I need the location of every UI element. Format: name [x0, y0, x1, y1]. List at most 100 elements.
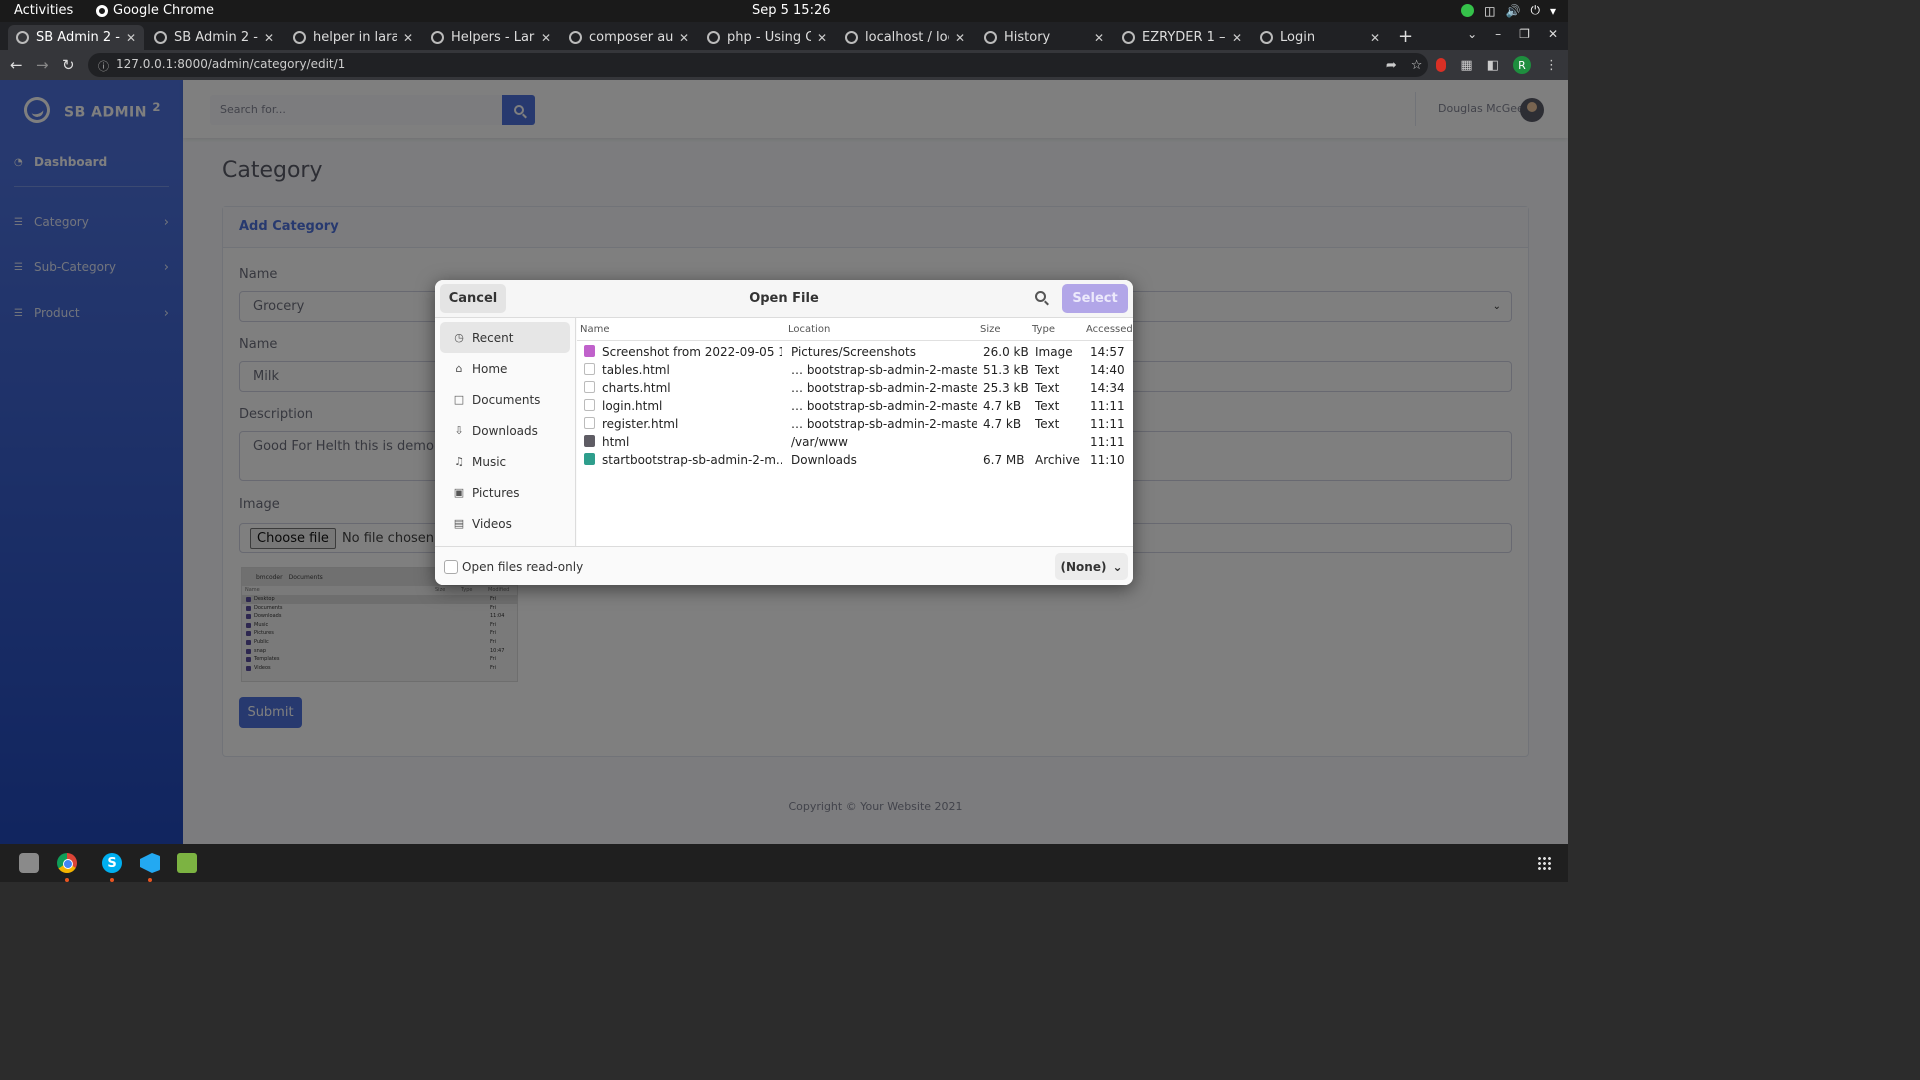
place-recent[interactable]: ◷ Recent [440, 322, 570, 353]
read-only-checkbox[interactable] [444, 560, 458, 574]
active-indicator [65, 878, 69, 882]
skype-app-icon[interactable]: S [102, 853, 122, 873]
cancel-button[interactable]: Cancel [440, 284, 506, 313]
file-row[interactable]: login.html … bootstrap-sb-admin-2-master 4… [577, 397, 1133, 415]
column-location[interactable]: Location [788, 324, 830, 335]
close-icon[interactable]: ✕ [955, 31, 965, 45]
file-accessed: 14:40 [1090, 363, 1125, 377]
column-type[interactable]: Type [1032, 324, 1055, 335]
close-icon[interactable]: ✕ [541, 31, 551, 45]
close-icon[interactable]: ✕ [264, 31, 274, 45]
browser-tab[interactable]: SB Admin 2 - Ta ✕ [146, 25, 282, 50]
close-icon[interactable]: ✕ [679, 31, 689, 45]
show-apps-icon[interactable] [1537, 856, 1552, 871]
close-icon[interactable]: ✕ [1094, 31, 1104, 45]
column-name[interactable]: Name [580, 324, 610, 335]
browser-tab[interactable]: Login ✕ [1252, 25, 1388, 50]
file-type: Archive [1035, 453, 1080, 467]
browser-tab[interactable]: History ✕ [976, 25, 1112, 50]
power-icon[interactable]: ⏻ [1530, 3, 1540, 18]
file-row[interactable]: charts.html … bootstrap-sb-admin-2-master… [577, 379, 1133, 397]
place-documents[interactable]: □ Documents [440, 384, 570, 415]
place-home[interactable]: ⌂ Home [440, 353, 570, 384]
file-size: 25.3 kB [983, 381, 1029, 395]
system-tray[interactable]: ◫ 🔊 ⏻ ▾ [1461, 3, 1556, 18]
vscode-app-icon[interactable] [140, 853, 160, 873]
close-icon[interactable]: ✕ [126, 31, 136, 45]
close-icon[interactable]: ✕ [817, 31, 827, 45]
globe-icon [16, 31, 29, 44]
places-sidebar: ◷ Recent ⌂ Home □ Documents ⇩ Downloads ♫ Music ▣ P… [435, 318, 576, 546]
file-size: 4.7 kB [983, 399, 1022, 413]
browser-tab[interactable]: composer auto ✕ [561, 25, 697, 50]
profile-avatar[interactable]: R [1513, 56, 1531, 74]
browser-tab[interactable]: EZRYDER 1 – Fi ✕ [1114, 25, 1250, 50]
place-music[interactable]: ♫ Music [440, 446, 570, 477]
close-window-button[interactable]: ✕ [1548, 27, 1558, 41]
video-icon: ▤ [453, 517, 465, 530]
browser-tab[interactable]: Helpers - Larav ✕ [423, 25, 559, 50]
read-only-label[interactable]: Open files read-only [462, 560, 583, 574]
place-label: Home [472, 361, 508, 376]
reload-button[interactable]: ↻ [62, 56, 75, 74]
file-row[interactable]: html/var/www 11:11 [577, 433, 1133, 451]
file-row[interactable]: register.html … bootstrap-sb-admin-2-mast… [577, 415, 1133, 433]
extension-icon[interactable] [1436, 58, 1447, 72]
file-location: Downloads [791, 453, 857, 467]
tab-title: SB Admin 2 - Ta [174, 30, 258, 45]
browser-tab[interactable]: php - Using Co ✕ [699, 25, 835, 50]
side-panel-icon[interactable]: ◧ [1487, 58, 1499, 73]
menu-icon[interactable]: ⋮ [1545, 58, 1558, 73]
network-icon[interactable]: ◫ [1484, 4, 1495, 18]
open-file-dialog: Open File Cancel Select ◷ Recent ⌂ Home □ Doc… [435, 280, 1133, 585]
dialog-search-button[interactable] [1035, 291, 1046, 305]
browser-tab[interactable]: localhost / loca ✕ [837, 25, 973, 50]
browser-tab[interactable]: helper in larave ✕ [285, 25, 421, 50]
file-filter-dropdown[interactable]: (None) ⌄ [1055, 553, 1128, 580]
chrome-app-icon[interactable] [57, 853, 77, 873]
window-controls: ⌄ – ❐ ✕ [1467, 27, 1558, 41]
select-button[interactable]: Select [1062, 284, 1128, 313]
maximize-button[interactable]: ❐ [1519, 27, 1530, 41]
active-indicator [110, 878, 114, 882]
clock[interactable]: Sep 5 15:26 [752, 3, 831, 18]
app-menu[interactable]: Google Chrome [96, 3, 214, 18]
phpmyadmin-icon [845, 31, 858, 44]
text-file-icon [584, 363, 595, 375]
file-list: Name Location Size Type Accessed Screens… [577, 318, 1133, 546]
files-app-icon[interactable] [19, 853, 39, 873]
close-icon[interactable]: ✕ [1232, 31, 1242, 45]
column-accessed[interactable]: Accessed [1086, 324, 1133, 335]
minimize-button[interactable]: – [1495, 27, 1501, 41]
address-bar[interactable]: ⓘ 127.0.0.1:8000/admin/category/edit/1 [88, 53, 1428, 77]
close-icon[interactable]: ✕ [403, 31, 413, 45]
file-location: Pictures/Screenshots [791, 345, 916, 359]
toolbar-actions: ➦ ☆ ▦ ◧ R ⋮ [1386, 56, 1558, 74]
forward-button[interactable]: → [36, 56, 49, 74]
column-size[interactable]: Size [980, 324, 1001, 335]
info-icon[interactable]: ⓘ [98, 58, 109, 74]
chevron-down-icon[interactable]: ▾ [1550, 4, 1556, 18]
back-button[interactable]: ← [10, 56, 23, 74]
file-row[interactable]: tables.html … bootstrap-sb-admin-2-master… [577, 361, 1133, 379]
close-icon[interactable]: ✕ [1370, 31, 1380, 45]
bookmark-star-icon[interactable]: ☆ [1411, 58, 1423, 73]
file-row[interactable]: Screenshot from 2022-09-05 1... Pictures/… [577, 343, 1133, 361]
trash-app-icon[interactable] [177, 853, 197, 873]
place-videos[interactable]: ▤ Videos [440, 508, 570, 539]
tab-strip: + ⌄ – ❐ ✕ SB Admin 2 - Da✕SB Admin 2 - T… [0, 22, 1568, 50]
place-pictures[interactable]: ▣ Pictures [440, 477, 570, 508]
volume-icon[interactable]: 🔊 [1506, 4, 1521, 18]
tab-search-icon[interactable]: ⌄ [1467, 27, 1477, 41]
update-icon[interactable] [1461, 4, 1475, 17]
globe-icon [1260, 31, 1273, 44]
share-icon[interactable]: ➦ [1386, 58, 1397, 73]
tab-title: History [1004, 30, 1051, 45]
new-tab-button[interactable]: + [1398, 26, 1413, 47]
browser-tab[interactable]: SB Admin 2 - Da ✕ [8, 25, 144, 50]
activities-button[interactable]: Activities [14, 3, 73, 18]
puzzle-icon[interactable]: ▦ [1460, 58, 1472, 73]
file-row[interactable]: startbootstrap-sb-admin-2-m... Downloads 6… [577, 451, 1133, 469]
place-downloads[interactable]: ⇩ Downloads [440, 415, 570, 446]
dock: S [0, 844, 1568, 882]
